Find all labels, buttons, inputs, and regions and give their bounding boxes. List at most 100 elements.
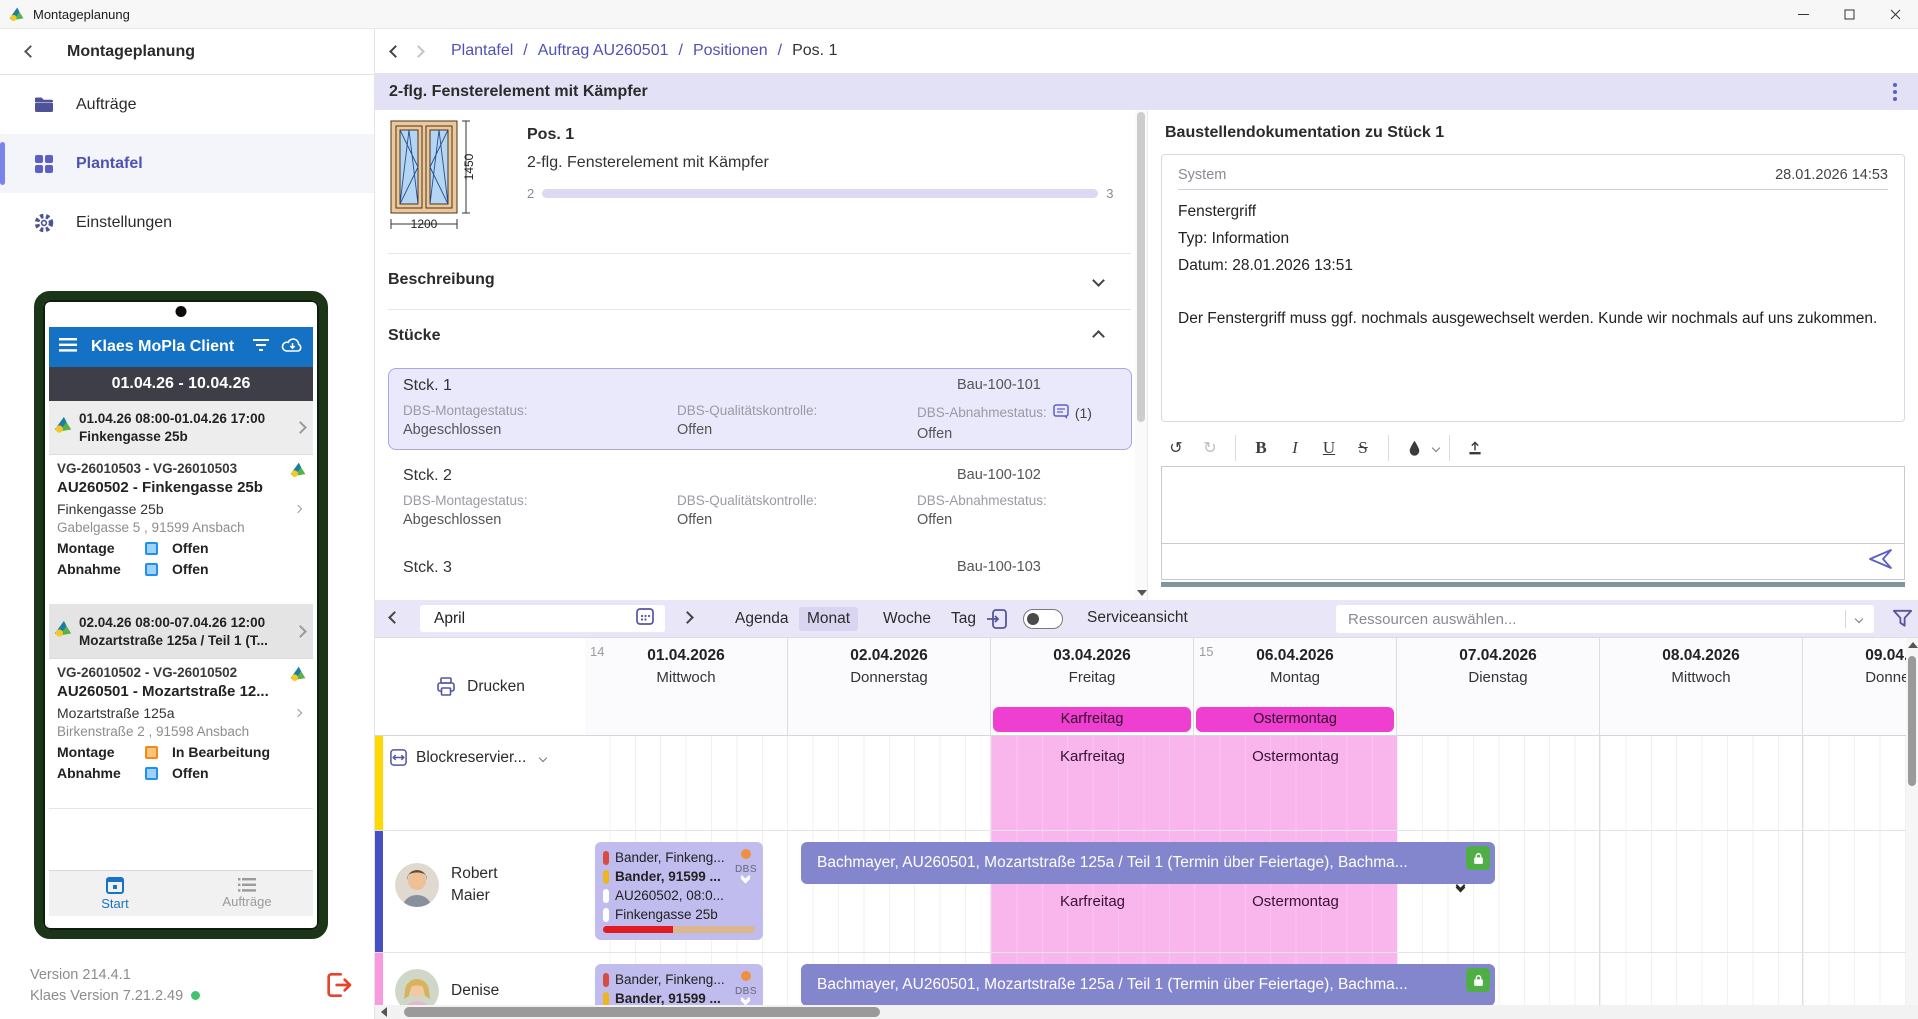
goto-date-icon[interactable] [985, 607, 1009, 636]
color-dropdown-icon[interactable] [1432, 444, 1440, 452]
view-tab-agenda[interactable]: Agenda [727, 607, 796, 631]
expand-icon[interactable] [742, 1000, 749, 1004]
calendar-vscrollbar[interactable] [1906, 638, 1918, 1005]
toolbar-separator [1388, 435, 1389, 461]
phone-tab-start[interactable]: Start [49, 871, 181, 916]
calendar-icon[interactable] [635, 606, 655, 631]
month-select[interactable]: April [420, 605, 665, 632]
comment-input-row[interactable] [1161, 544, 1905, 580]
chevron-down-icon[interactable] [1092, 274, 1105, 287]
send-icon[interactable] [1868, 547, 1894, 576]
scroll-left-arrow[interactable] [381, 1007, 387, 1017]
sidebar-item-einstellungen[interactable]: Einstellungen [0, 193, 374, 252]
phone-tab-auftraege[interactable]: Aufträge [181, 871, 313, 916]
scrollbar-thumb[interactable] [1137, 112, 1145, 422]
day-header[interactable]: 15 06.04.2026Montag Ostermontag [1194, 638, 1397, 736]
field-montagestatus: DBS-Montagestatus:Abgeschlossen [403, 493, 528, 528]
day-header[interactable]: 07.04.2026Dienstag [1397, 638, 1600, 736]
italic-button[interactable]: I [1280, 433, 1310, 463]
phone-appointment-row[interactable]: 01.04.26 08:00-01.04.26 17:00Finkengasse… [49, 401, 313, 455]
breadcrumb-current: Pos. 1 [792, 42, 837, 60]
next-month-icon[interactable] [681, 611, 694, 624]
block-reservation-icon [389, 748, 408, 767]
scroll-up-arrow[interactable] [1908, 642, 1918, 648]
day-header[interactable]: 14 01.04.2026Mittwoch [585, 638, 788, 736]
long-event-bar[interactable]: Bachmayer, AU260501, Mozartstraße 125a /… [801, 842, 1495, 884]
breadcrumb-plantafel[interactable]: Plantafel [451, 42, 513, 60]
long-event-bar[interactable]: Bachmayer, AU260501, Mozartstraße 125a /… [801, 964, 1495, 1005]
sidebar-item-plantafel[interactable]: Plantafel [0, 134, 374, 193]
scroll-down-arrow[interactable] [1137, 590, 1147, 596]
chevron-up-icon[interactable] [1092, 330, 1105, 343]
day-header[interactable]: 08.04.2026Mittwoch [1600, 638, 1803, 736]
day-row-denise[interactable]: Bander, Finkeng... Bander, 91599 ... AU2… [585, 953, 1906, 1005]
nav-forward-icon[interactable] [412, 45, 425, 58]
resource-robert-maier[interactable]: RobertMaier [375, 831, 585, 953]
event-expand-icon[interactable] [1457, 887, 1464, 891]
undo-button[interactable]: ↺ [1161, 433, 1191, 463]
chevron-down-icon[interactable] [539, 753, 547, 761]
resource-blockreservierung[interactable]: Blockreservier... [375, 736, 585, 831]
piece-card-1[interactable]: Stck. 1 Bau-100-101 DBS-Montagestatus:Ab… [388, 368, 1132, 450]
resource-select[interactable]: Ressourcen auswählen... [1336, 605, 1874, 633]
resource-denise[interactable]: Denise [375, 953, 585, 1005]
section-stuecke[interactable]: Stücke [388, 316, 1131, 356]
maximize-button[interactable] [1826, 0, 1872, 29]
chevron-down-icon[interactable] [1855, 615, 1863, 623]
hamburger-menu-icon[interactable] [59, 338, 77, 357]
gear-icon [32, 211, 56, 235]
week-number: 15 [1199, 644, 1213, 659]
prev-month-icon[interactable] [388, 611, 401, 624]
event-card[interactable]: Bander, Finkeng... Bander, 91599 ... AU2… [595, 964, 763, 1005]
underline-button[interactable]: U [1314, 433, 1344, 463]
phone-appointment-row[interactable]: 02.04.26 08:00-07.04.26 12:00Mozartstraß… [49, 605, 313, 659]
day-header[interactable]: 03.04.2026Freitag Karfreitag [991, 638, 1194, 736]
order-vg-number: VG-26010502 - VG-26010502 [57, 665, 305, 680]
position-detail-panel: 1450 1200 Pos. 1 2-flg. Fensterelement m… [375, 110, 1148, 600]
day-row-robert[interactable]: Karfreitag Ostermontag Bander, Finkeng..… [585, 831, 1906, 953]
scrollbar-thumb[interactable] [1908, 656, 1916, 786]
view-tab-tag[interactable]: Tag [943, 607, 984, 631]
close-button[interactable] [1872, 0, 1918, 29]
piece-card-2[interactable]: Stck. 2 Bau-100-102 DBS-Montagestatus:Ab… [388, 458, 1132, 540]
holiday-label: Ostermontag [1194, 893, 1397, 910]
piece-card-3[interactable]: Stck. 3 Bau-100-103 [388, 550, 1132, 600]
cloud-sync-icon[interactable] [281, 337, 303, 358]
service-view-toggle[interactable] [1023, 609, 1063, 629]
comment-editor[interactable] [1161, 466, 1905, 544]
font-color-button[interactable] [1399, 433, 1429, 463]
nav-back-icon[interactable] [389, 45, 402, 58]
day-header[interactable]: 02.04.2026Donnerstag [788, 638, 991, 736]
day-row-blockreservierung[interactable]: Karfreitag Ostermontag [585, 736, 1906, 831]
expand-icon[interactable] [742, 878, 749, 882]
phone-order-card[interactable]: VG-26010503 - VG-26010503 AU260502 - Fin… [49, 455, 313, 605]
scrollbar-thumb[interactable] [404, 1007, 880, 1017]
strikethrough-button[interactable]: S [1348, 433, 1378, 463]
bold-button[interactable]: B [1246, 433, 1276, 463]
day-header[interactable]: 09.04.2026Donnerstag [1803, 638, 1906, 736]
kebab-menu-icon[interactable] [1886, 81, 1904, 103]
upload-button[interactable] [1460, 433, 1490, 463]
note-icon[interactable] [1053, 403, 1069, 422]
resource-column: Drucken Blockreservier... [375, 638, 585, 1005]
logout-icon[interactable] [322, 969, 356, 1003]
entry-line: Typ: Information [1178, 225, 1888, 252]
sidebar-item-auftraege[interactable]: Aufträge [0, 75, 374, 134]
breadcrumb-auftrag[interactable]: Auftrag AU260501 [538, 42, 669, 60]
filter-funnel-icon[interactable] [1891, 607, 1914, 635]
section-beschreibung[interactable]: Beschreibung [388, 260, 1131, 300]
print-cell[interactable]: Drucken [375, 638, 585, 736]
event-card[interactable]: Bander, Finkeng... Bander, 91599 ... AU2… [595, 842, 763, 940]
back-icon[interactable] [24, 45, 37, 58]
breadcrumb-positionen[interactable]: Positionen [693, 42, 768, 60]
minimize-button[interactable] [1780, 0, 1826, 29]
view-tab-woche[interactable]: Woche [875, 607, 939, 631]
detail-scrollbar[interactable] [1135, 110, 1147, 600]
phone-order-card[interactable]: VG-26010502 - VG-26010502 AU260501 - Moz… [49, 659, 313, 809]
toolbar-separator [1449, 435, 1450, 461]
view-tab-monat[interactable]: Monat [799, 607, 858, 631]
position-title: Pos. 1 [527, 126, 574, 144]
filter-icon[interactable] [253, 338, 269, 356]
calendar-hscrollbar[interactable] [375, 1005, 1918, 1019]
redo-button[interactable]: ↻ [1195, 433, 1225, 463]
